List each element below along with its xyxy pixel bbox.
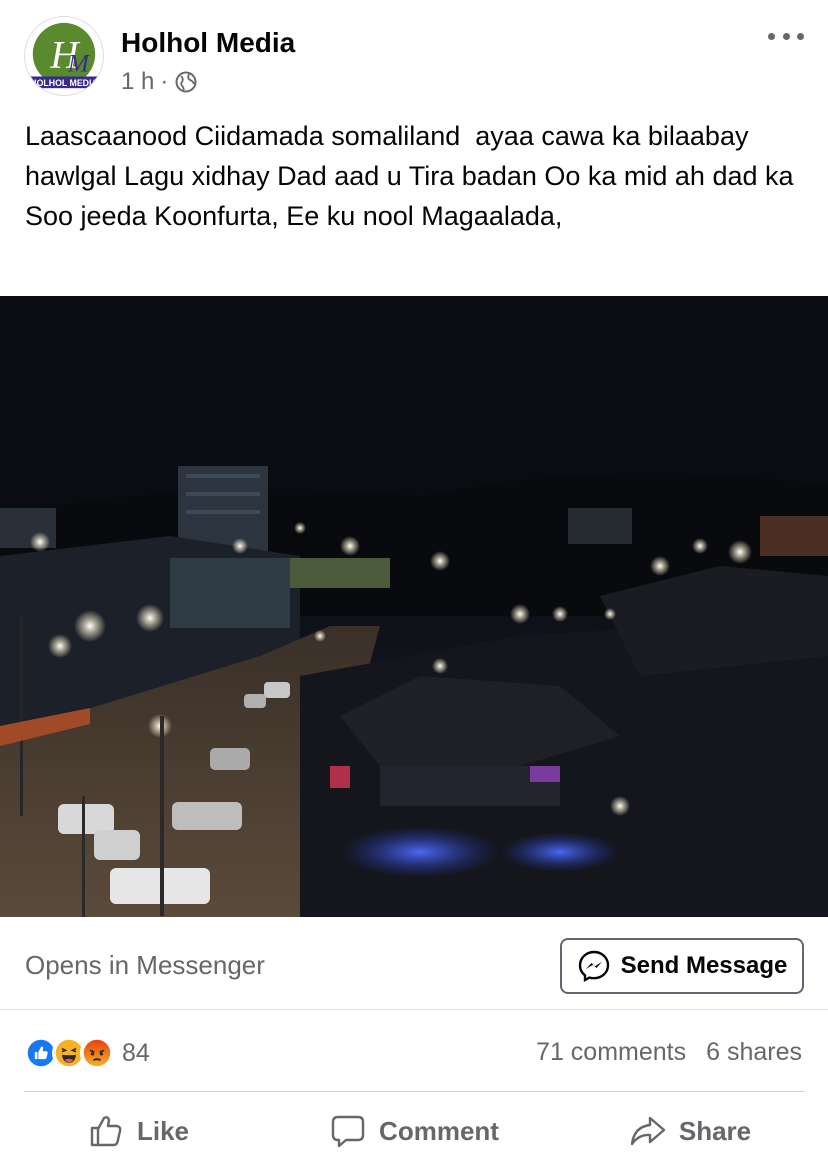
messenger-cta-bar: Opens in Messenger Send Message xyxy=(0,918,828,1010)
send-message-button[interactable]: Send Message xyxy=(560,938,804,994)
engagement-stats: 84 71 comments 6 shares xyxy=(0,1012,828,1090)
meta-separator: · xyxy=(160,68,169,95)
post-time[interactable]: 1 h xyxy=(121,68,154,96)
page-name-link[interactable]: Holhol Media xyxy=(121,27,295,59)
share-label: Share xyxy=(678,1115,752,1146)
messenger-icon xyxy=(577,949,611,983)
post-text: Laascaanood Ciidamada somaliland ayaa ca… xyxy=(25,121,802,231)
comment-bubble-icon xyxy=(329,1112,367,1150)
thumbs-up-icon xyxy=(87,1112,125,1150)
svg-text:HOLHOL MEDIA: HOLHOL MEDIA xyxy=(30,78,98,88)
post-meta: 1 h · xyxy=(121,68,198,96)
night-city-photo xyxy=(0,296,828,917)
svg-text:M: M xyxy=(67,50,91,78)
like-button[interactable]: Like xyxy=(0,1092,276,1170)
post-header: H M HOLHOL MEDIA Holhol Media 1 h · xyxy=(0,0,828,110)
share-arrow-icon xyxy=(629,1112,667,1150)
like-label: Like xyxy=(136,1115,190,1146)
comment-label: Comment xyxy=(379,1115,499,1146)
more-horizontal-icon[interactable] xyxy=(768,24,804,48)
shares-count-link[interactable]: 6 shares xyxy=(706,1038,802,1067)
post-photo[interactable] xyxy=(0,296,828,917)
send-message-label: Send Message xyxy=(620,952,788,979)
share-button[interactable]: Share xyxy=(552,1092,828,1170)
comment-button[interactable]: Comment xyxy=(276,1092,552,1170)
holhol-media-logo: H M HOLHOL MEDIA xyxy=(28,22,100,88)
reaction-count: 84 xyxy=(122,1038,150,1067)
post-action-bar: Like Comment Share xyxy=(0,1092,828,1170)
cta-label: Opens in Messenger xyxy=(25,950,265,980)
comment-share-counts: 71 comments 6 shares xyxy=(536,1038,802,1067)
page-avatar[interactable]: H M HOLHOL MEDIA xyxy=(24,16,104,96)
reactions-summary[interactable]: 84 xyxy=(24,1036,150,1070)
globe-icon xyxy=(174,70,198,94)
comments-count-link[interactable]: 71 comments xyxy=(536,1038,686,1067)
angry-reaction-icon xyxy=(80,1036,114,1070)
